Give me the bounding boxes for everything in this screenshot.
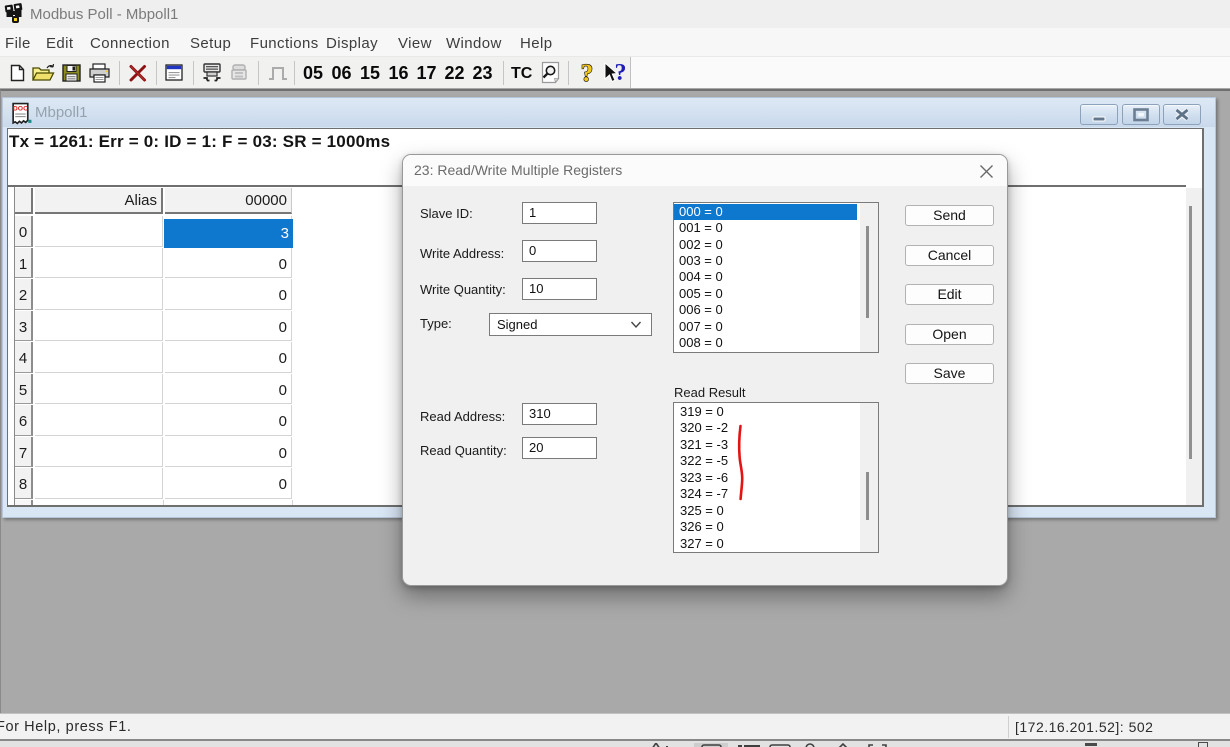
svg-text:DOC: DOC — [13, 105, 28, 112]
svg-text:?: ? — [581, 61, 594, 85]
